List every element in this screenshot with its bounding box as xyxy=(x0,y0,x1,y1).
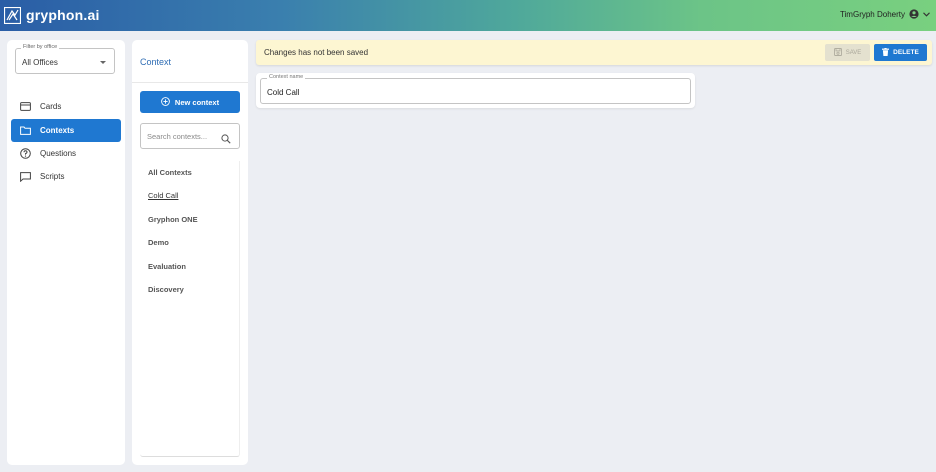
delete-button[interactable]: DELETE xyxy=(874,44,927,61)
help-circle-icon xyxy=(19,148,31,160)
list-item[interactable]: All Contexts xyxy=(148,168,192,177)
divider xyxy=(132,82,248,83)
brand[interactable]: gryphon.ai xyxy=(3,5,100,25)
trash-icon xyxy=(882,47,890,58)
list-item[interactable]: Cold Call xyxy=(148,191,178,200)
list-item[interactable]: Demo xyxy=(148,238,169,247)
search-contexts-input[interactable]: Search contexts... xyxy=(140,123,240,149)
panel-title: Context xyxy=(140,57,172,67)
sidebar-item-questions[interactable]: Questions xyxy=(11,142,121,165)
gryphon-logo-icon xyxy=(3,6,22,24)
sidebar-item-scripts[interactable]: Scripts xyxy=(11,165,121,188)
top-bar: gryphon.ai TimGryph Doherty xyxy=(0,0,936,31)
context-panel: Context New context Search contexts... A… xyxy=(132,40,248,465)
office-filter-value: All Offices xyxy=(22,58,58,67)
context-name-label: Context name xyxy=(267,74,306,80)
user-name: TimGryph Doherty xyxy=(839,9,905,19)
office-filter-label: Filter by office xyxy=(21,44,60,50)
search-icon[interactable] xyxy=(221,131,231,149)
user-menu[interactable]: TimGryph Doherty xyxy=(840,9,930,19)
sidebar-item-cards[interactable]: Cards xyxy=(11,95,121,118)
save-icon xyxy=(833,47,842,58)
context-list: All Contexts Cold Call Gryphon ONE Demo … xyxy=(140,161,240,457)
sidebar-item-label: Contexts xyxy=(40,126,75,135)
card-icon xyxy=(19,101,31,113)
context-name-value: Cold Call xyxy=(267,88,300,97)
context-name-field[interactable]: Context name Cold Call xyxy=(260,74,691,104)
dropdown-arrow-icon xyxy=(100,61,106,64)
delete-label: DELETE xyxy=(893,49,919,56)
list-item[interactable]: Gryphon ONE xyxy=(148,215,198,224)
sidebar-item-label: Scripts xyxy=(40,172,65,181)
brand-name: gryphon.ai xyxy=(26,7,100,23)
context-editor: Context name Cold Call xyxy=(256,73,695,108)
list-item[interactable]: Evaluation xyxy=(148,262,186,271)
save-button[interactable]: SAVE xyxy=(825,44,870,61)
office-filter-select[interactable]: Filter by office All Offices xyxy=(15,44,115,74)
folder-icon xyxy=(19,125,31,137)
sidebar-item-label: Questions xyxy=(40,149,77,158)
banner-message: Changes has not been saved xyxy=(264,48,369,57)
chat-bubble-icon xyxy=(19,171,31,183)
new-context-label: New context xyxy=(174,97,220,107)
chevron-down-icon xyxy=(923,11,930,17)
account-circle-icon xyxy=(909,9,919,19)
sidebar-item-label: Cards xyxy=(40,102,62,111)
list-item[interactable]: Discovery xyxy=(148,285,184,294)
save-label: SAVE xyxy=(845,49,862,56)
add-circle-icon xyxy=(161,96,170,108)
sidebar: Filter by office All Offices Cards Conte… xyxy=(7,40,125,465)
sidebar-item-contexts[interactable]: Contexts xyxy=(11,119,121,142)
search-placeholder: Search contexts... xyxy=(147,132,208,141)
unsaved-changes-banner: Changes has not been saved SAVE DELETE xyxy=(256,40,932,65)
new-context-button[interactable]: New context xyxy=(140,91,240,113)
